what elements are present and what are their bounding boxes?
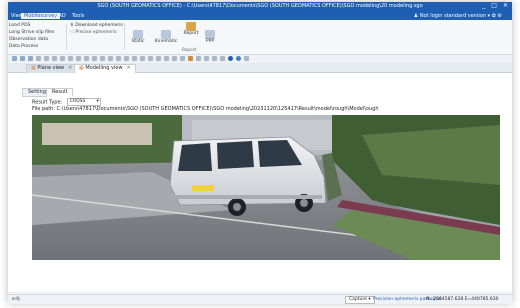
kinematic-icon xyxy=(161,30,171,39)
toolbar-rotate-icon[interactable] xyxy=(124,56,129,61)
toolbar-camera-icon[interactable] xyxy=(180,56,185,61)
report-button[interactable]: Report xyxy=(180,22,202,36)
model-viewport[interactable] xyxy=(32,115,500,260)
van-bumper xyxy=(172,195,322,199)
file-path-row: File path: C:\Users\47817\Documents\SGO … xyxy=(32,106,379,112)
status-text: e:0; xyxy=(12,297,21,302)
ribbon-separator xyxy=(124,24,125,50)
ribbon-separator xyxy=(66,24,67,50)
ribbon-observation-data[interactable]: Observation data xyxy=(9,37,48,42)
tab-plane-view[interactable]: ▦ Plane view ✕ xyxy=(26,64,78,73)
toolbar-save-icon[interactable] xyxy=(28,56,33,61)
background-building xyxy=(42,123,152,145)
document-tabs: ▦ Plane view ✕ ▦ Modelling view ✕ xyxy=(8,63,512,73)
license-plate xyxy=(192,185,214,191)
toolbar-measure-icon[interactable] xyxy=(116,56,121,61)
report-group-caption: Report xyxy=(182,48,197,53)
ribbon: Load POS Long Strive slip files Observat… xyxy=(8,20,512,55)
tab-result[interactable]: Result xyxy=(46,88,74,97)
tab-modelling-view[interactable]: ▦ Modelling view ✕ xyxy=(74,64,136,73)
toolbar-redo-icon[interactable] xyxy=(44,56,49,61)
ppp-button[interactable]: PPP xyxy=(202,30,218,44)
close-icon[interactable]: ✕ xyxy=(68,65,72,71)
toolbar-point-icon[interactable] xyxy=(148,56,153,61)
toolbar-paste-icon[interactable] xyxy=(68,56,73,61)
report-icon xyxy=(186,22,196,31)
van-rear-hub xyxy=(233,203,241,211)
van-front-hub xyxy=(300,199,308,207)
download-ephemeris-button[interactable]: ⬇ Download ephemeris xyxy=(70,23,123,28)
close-button[interactable]: ✕ xyxy=(503,2,508,9)
toolbar-copy-icon[interactable] xyxy=(60,56,65,61)
ribbon-load-pos[interactable]: Load POS xyxy=(9,23,30,28)
account-label: Not login standard version xyxy=(419,13,487,19)
toolbar-color-icon[interactable] xyxy=(212,56,217,61)
toolbar-zoom-out-icon[interactable] xyxy=(100,56,105,61)
title-bar: SGO (SOUTH GEOMATICS OFFICE) - C:\Users\… xyxy=(8,2,512,12)
toolbar-zoom-extent-icon[interactable] xyxy=(108,56,113,61)
toolbar-open-icon[interactable] xyxy=(20,56,25,61)
account-status[interactable]: ♟ Not login standard version ▾ ✿ ⚙ xyxy=(414,13,502,19)
toolbar-sphere-icon[interactable] xyxy=(236,56,241,61)
maximize-button[interactable]: □ xyxy=(491,2,497,9)
result-type-row: Result Type: CROSS ▾ xyxy=(32,98,101,106)
menu-tools[interactable]: Tools xyxy=(69,13,87,19)
menu-bar: View Mobilesurvey CAD Tools ♟ Not login … xyxy=(8,12,512,20)
application-window: SGO (SOUTH GEOMATICS OFFICE) - C:\Users\… xyxy=(8,2,512,304)
toolbar-light-icon[interactable] xyxy=(204,56,209,61)
toolbar-export-icon[interactable] xyxy=(244,56,249,61)
result-type-select[interactable]: CROSS ▾ xyxy=(66,98,101,106)
toolbar-cut-icon[interactable] xyxy=(52,56,57,61)
window-controls: _ □ ✕ xyxy=(482,2,508,9)
coordinate-readout: N=2564587.628 E=440785.630 xyxy=(426,297,499,302)
toolbar-line-icon[interactable] xyxy=(156,56,161,61)
result-type-label: Result Type: xyxy=(32,99,63,106)
toolbar-pan-icon[interactable] xyxy=(84,56,89,61)
toolbar-texture-icon[interactable] xyxy=(220,56,225,61)
toolbar-view-icon[interactable] xyxy=(196,56,201,61)
main-content: Setting Result Result Type: CROSS ▾ File … xyxy=(8,73,512,292)
van-side-window xyxy=(217,141,254,169)
minimize-button[interactable]: _ xyxy=(482,2,485,9)
toolbar-undo-icon[interactable] xyxy=(36,56,41,61)
capture-dropdown[interactable]: Capture ▾ xyxy=(345,296,375,304)
toolbar-select-icon[interactable] xyxy=(76,56,81,61)
toolbar-highlight-icon[interactable] xyxy=(188,56,193,61)
file-path-value: C:\Users\47817\Documents\SGO (SOUTH GEOM… xyxy=(56,106,379,112)
precise-ephemeris-button[interactable]: ◌ Precise ephemeris xyxy=(70,30,117,35)
ribbon-long-strive[interactable]: Long Strive slip files xyxy=(9,30,54,35)
toolbar-text-icon[interactable] xyxy=(172,56,177,61)
reality-model-render xyxy=(32,115,500,260)
toolbar-globe-icon[interactable] xyxy=(228,56,233,61)
ribbon-data-process[interactable]: Data Process xyxy=(9,44,38,49)
toolbar-grid-icon[interactable] xyxy=(132,56,137,61)
window-title: SGO (SOUTH GEOMATICS OFFICE) - C:\Users\… xyxy=(97,3,423,9)
close-icon[interactable]: ✕ xyxy=(127,65,131,71)
toolbar-polygon-icon[interactable] xyxy=(164,56,169,61)
chevron-down-icon: ▾ xyxy=(366,297,371,302)
static-button[interactable]: Static xyxy=(128,30,148,44)
van-rear-window xyxy=(178,143,212,171)
toolbar-zoom-in-icon[interactable] xyxy=(92,56,97,61)
toolbar-layer-icon[interactable] xyxy=(140,56,145,61)
status-bar: e:0; Capture ▾ Precision ephemeris parti… xyxy=(8,294,512,304)
toolbar-new-icon[interactable] xyxy=(12,56,17,61)
ppp-icon xyxy=(205,30,215,39)
menu-cad[interactable]: CAD xyxy=(52,13,69,19)
settings-icon: ▾ ✿ ⚙ xyxy=(486,13,502,19)
chevron-down-icon: ▾ xyxy=(96,99,99,104)
static-icon xyxy=(133,30,143,39)
kinematic-button[interactable]: Kinematic xyxy=(152,30,180,44)
file-path-label: File path: xyxy=(32,106,56,112)
